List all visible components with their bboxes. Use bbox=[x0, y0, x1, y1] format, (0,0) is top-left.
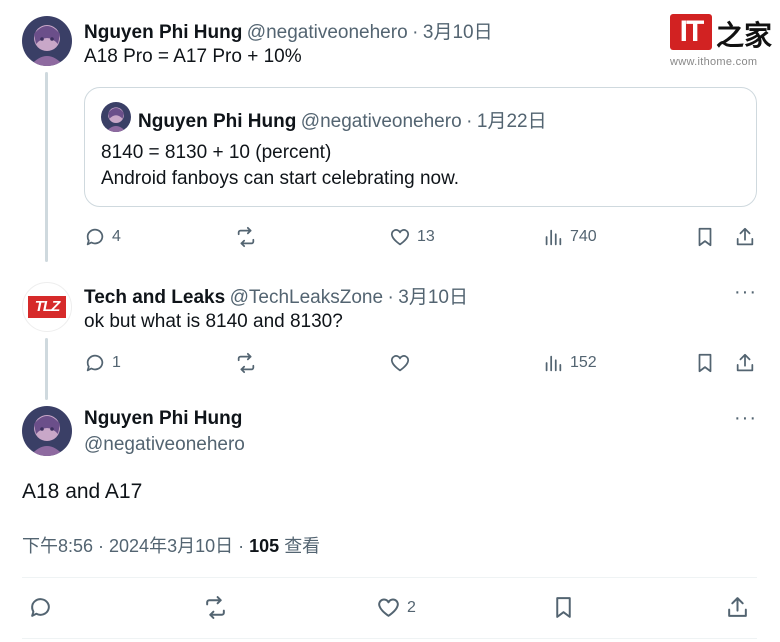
repost-icon bbox=[237, 352, 255, 374]
repost-icon bbox=[206, 596, 225, 619]
avatar-anime-icon bbox=[22, 406, 72, 456]
repost-button[interactable] bbox=[235, 226, 263, 248]
views-count: 740 bbox=[570, 228, 597, 245]
avatar[interactable] bbox=[22, 406, 72, 456]
divider bbox=[22, 638, 757, 639]
view-count: 105 bbox=[249, 536, 280, 556]
tweet-meta: 下午8:56 · 2024年3月10日 · 105 查看 bbox=[22, 532, 320, 558]
views-count: 152 bbox=[570, 354, 597, 371]
ithome-brand: 之家 bbox=[716, 20, 773, 51]
divider bbox=[22, 577, 757, 578]
tweet-date[interactable]: 3月10日 bbox=[423, 22, 493, 43]
views-chart-icon bbox=[545, 355, 562, 372]
heart-icon bbox=[390, 229, 410, 246]
bookmark-button[interactable] bbox=[551, 595, 576, 620]
quote-text-line-2: Android fanboys can start celebrating no… bbox=[101, 168, 460, 189]
like-button[interactable]: 13 bbox=[389, 226, 435, 248]
share-button[interactable] bbox=[734, 226, 756, 248]
avatar-anime-icon bbox=[101, 102, 131, 132]
quote-user-handle: @negativeonehero bbox=[300, 111, 462, 132]
bookmark-button[interactable] bbox=[694, 352, 716, 374]
user-handle[interactable]: @negativeonehero bbox=[84, 434, 245, 456]
reply-icon bbox=[31, 598, 50, 617]
heart-icon bbox=[390, 355, 410, 372]
view-label: 查看 bbox=[284, 536, 321, 556]
user-handle[interactable]: @TechLeaksZone bbox=[230, 287, 383, 308]
tweet-text: ok but what is 8140 and 8130? bbox=[84, 311, 343, 332]
tweet-text: A18 Pro = A17 Pro + 10% bbox=[84, 46, 302, 67]
quote-header: Nguyen Phi Hung @negativeonehero · 1月22日 bbox=[138, 106, 547, 133]
share-icon bbox=[736, 227, 754, 246]
more-options-button[interactable]: ··· bbox=[734, 407, 757, 430]
like-button[interactable]: 2 bbox=[376, 595, 416, 620]
tweet-header: Nguyen Phi Hung @negativeonehero · 3月10日 bbox=[84, 17, 493, 44]
thread-line bbox=[45, 338, 48, 400]
avatar[interactable]: TLZ bbox=[22, 282, 72, 332]
reply-icon bbox=[86, 354, 104, 372]
bookmark-icon bbox=[698, 227, 712, 247]
repost-icon bbox=[237, 226, 255, 248]
heart-icon bbox=[378, 598, 399, 617]
reply-button[interactable]: 1 bbox=[84, 352, 121, 374]
quote-date: 1月22日 bbox=[476, 111, 547, 132]
ithome-url: www.ithome.com bbox=[670, 56, 758, 68]
reply-button[interactable]: 4 bbox=[84, 226, 121, 248]
views-chart-icon bbox=[545, 229, 562, 246]
separator: · bbox=[466, 111, 473, 132]
reply-icon bbox=[86, 228, 104, 246]
bookmark-icon bbox=[698, 353, 712, 373]
avatar-anime-icon bbox=[22, 16, 72, 66]
bookmark-icon bbox=[556, 597, 571, 618]
user-handle[interactable]: @negativeonehero bbox=[247, 22, 408, 43]
share-icon bbox=[728, 597, 747, 617]
reply-button[interactable] bbox=[28, 595, 53, 620]
tlz-logo: TLZ bbox=[28, 296, 66, 318]
avatar[interactable] bbox=[22, 16, 72, 66]
like-button[interactable] bbox=[389, 352, 417, 374]
tweet-header: Tech and Leaks @TechLeaksZone · 3月10日 bbox=[84, 282, 468, 309]
more-options-button[interactable]: ··· bbox=[734, 281, 757, 304]
quote-avatar bbox=[101, 102, 131, 132]
display-name[interactable]: Tech and Leaks bbox=[84, 287, 225, 308]
like-count: 13 bbox=[417, 228, 435, 245]
ithome-logo: IT bbox=[670, 14, 712, 50]
reply-count: 1 bbox=[112, 354, 121, 371]
repost-button[interactable] bbox=[235, 352, 263, 374]
tweet-text: A18 and A17 bbox=[22, 480, 143, 503]
quoted-tweet[interactable]: Nguyen Phi Hung @negativeonehero · 1月22日… bbox=[84, 87, 757, 207]
views-button[interactable]: 740 bbox=[542, 226, 597, 248]
tweet-date[interactable]: 3月10日 bbox=[398, 287, 468, 308]
separator: · bbox=[412, 22, 419, 43]
repost-button[interactable] bbox=[203, 595, 228, 620]
tweet-timestamp[interactable]: 下午8:56 · 2024年3月10日 · bbox=[22, 536, 244, 556]
share-button[interactable] bbox=[725, 595, 750, 620]
like-count: 2 bbox=[407, 598, 416, 616]
views-button[interactable]: 152 bbox=[542, 352, 597, 374]
quote-text-line-1: 8140 = 8130 + 10 (percent) bbox=[101, 142, 332, 163]
share-icon bbox=[736, 353, 754, 372]
separator: · bbox=[387, 287, 394, 308]
thread-line bbox=[45, 72, 48, 262]
display-name[interactable]: Nguyen Phi Hung bbox=[84, 22, 242, 43]
display-name[interactable]: Nguyen Phi Hung bbox=[84, 408, 242, 430]
bookmark-button[interactable] bbox=[694, 226, 716, 248]
reply-count: 4 bbox=[112, 228, 121, 245]
share-button[interactable] bbox=[734, 352, 756, 374]
quote-display-name: Nguyen Phi Hung bbox=[138, 111, 297, 132]
ithome-watermark: IT 之家 www.ithome.com bbox=[670, 12, 775, 72]
